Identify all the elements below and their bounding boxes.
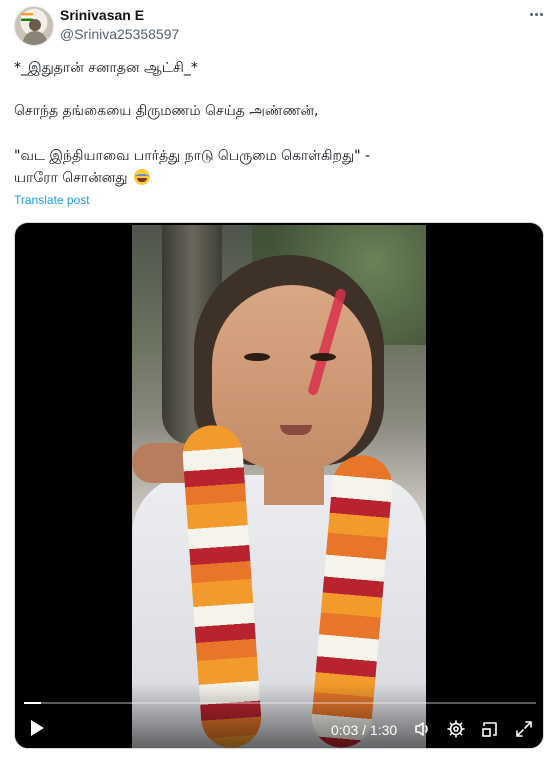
post-line: சொந்த தங்கையை திருமணம் செய்த அண்ணன், — [14, 103, 319, 119]
video-player[interactable]: 0:03 / 1:30 — [14, 222, 544, 749]
translate-post-link[interactable]: Translate post — [14, 193, 90, 207]
time-display: 0:03 / 1:30 — [331, 722, 398, 738]
settings-gear-icon[interactable] — [446, 719, 466, 739]
minimize-player-icon[interactable] — [480, 719, 500, 739]
fullscreen-icon[interactable] — [514, 719, 534, 739]
post-line: "வட இந்தியாவை பார்த்து நாடு பெருமை கொள்க… — [14, 148, 371, 164]
post-line: யாரோ சொன்னது — [14, 168, 150, 188]
author-handle[interactable]: @Sriniva25358597 — [60, 26, 179, 42]
video-frame[interactable] — [132, 225, 426, 748]
post-line-text: யாரோ சொன்னது — [14, 170, 128, 186]
post-line: *_இதுதான் சனாதன ஆட்சி_* — [14, 60, 198, 76]
more-options-icon[interactable] — [526, 6, 546, 22]
progress-bar[interactable] — [24, 702, 536, 704]
avatar[interactable] — [14, 6, 54, 46]
laughing-emoji-icon — [133, 169, 150, 185]
volume-icon[interactable] — [413, 719, 433, 739]
play-icon[interactable] — [31, 720, 44, 736]
author-name[interactable]: Srinivasan E — [60, 7, 144, 23]
progress-fill — [24, 702, 41, 704]
